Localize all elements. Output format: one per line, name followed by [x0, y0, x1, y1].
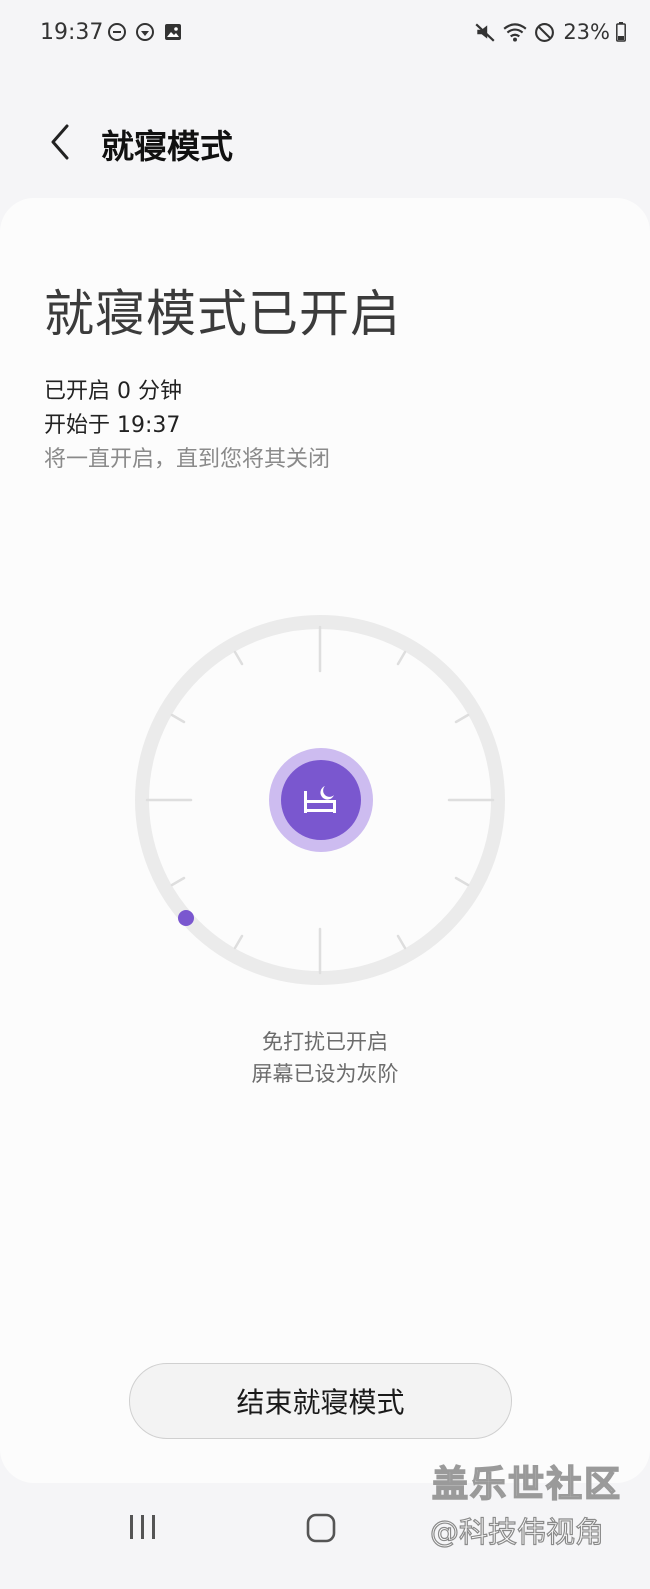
- status-bar: 19:37 23%: [0, 0, 650, 70]
- mode-status-headline: 就寝模式已开启: [44, 285, 401, 343]
- app-bar: 就寝模式: [0, 100, 650, 190]
- elapsed-time: 已开启 0 分钟: [44, 379, 182, 404]
- status-right-icons: 23%: [474, 20, 626, 44]
- dnd-status: 免打扰已开启: [262, 1030, 388, 1054]
- battery-icon: [616, 22, 626, 42]
- gallery-icon: [165, 24, 181, 40]
- home-icon[interactable]: [305, 1512, 337, 1544]
- bedtime-card: 就寝模式已开启 已开启 0 分钟 开始于 19:37 将一直开启，直到您将其关闭: [0, 198, 650, 1483]
- wifi-icon: [503, 23, 527, 42]
- end-bedtime-button[interactable]: 结束就寝模式: [129, 1363, 512, 1439]
- grayscale-status: 屏幕已设为灰阶: [251, 1062, 399, 1086]
- battery-percent: 23%: [563, 20, 610, 44]
- time-indicator-dot: [178, 910, 194, 926]
- mute-icon: [475, 23, 495, 42]
- navigation-bar: [0, 1490, 650, 1589]
- location-sync-icon: [136, 23, 154, 41]
- block-icon: [535, 22, 555, 42]
- page-title: 就寝模式: [101, 127, 233, 166]
- back-button[interactable]: [38, 120, 82, 164]
- duration-note: 将一直开启，直到您将其关闭: [44, 447, 331, 472]
- recent-apps-icon[interactable]: [128, 1512, 158, 1542]
- chevron-left-icon: [51, 124, 69, 160]
- start-time: 开始于 19:37: [44, 413, 181, 438]
- bed-moon-icon: [304, 786, 336, 813]
- bedtime-center-button[interactable]: [281, 760, 361, 840]
- status-left-icons: [107, 22, 183, 42]
- status-time: 19:37: [40, 20, 104, 45]
- do-not-disturb-icon: [108, 23, 126, 41]
